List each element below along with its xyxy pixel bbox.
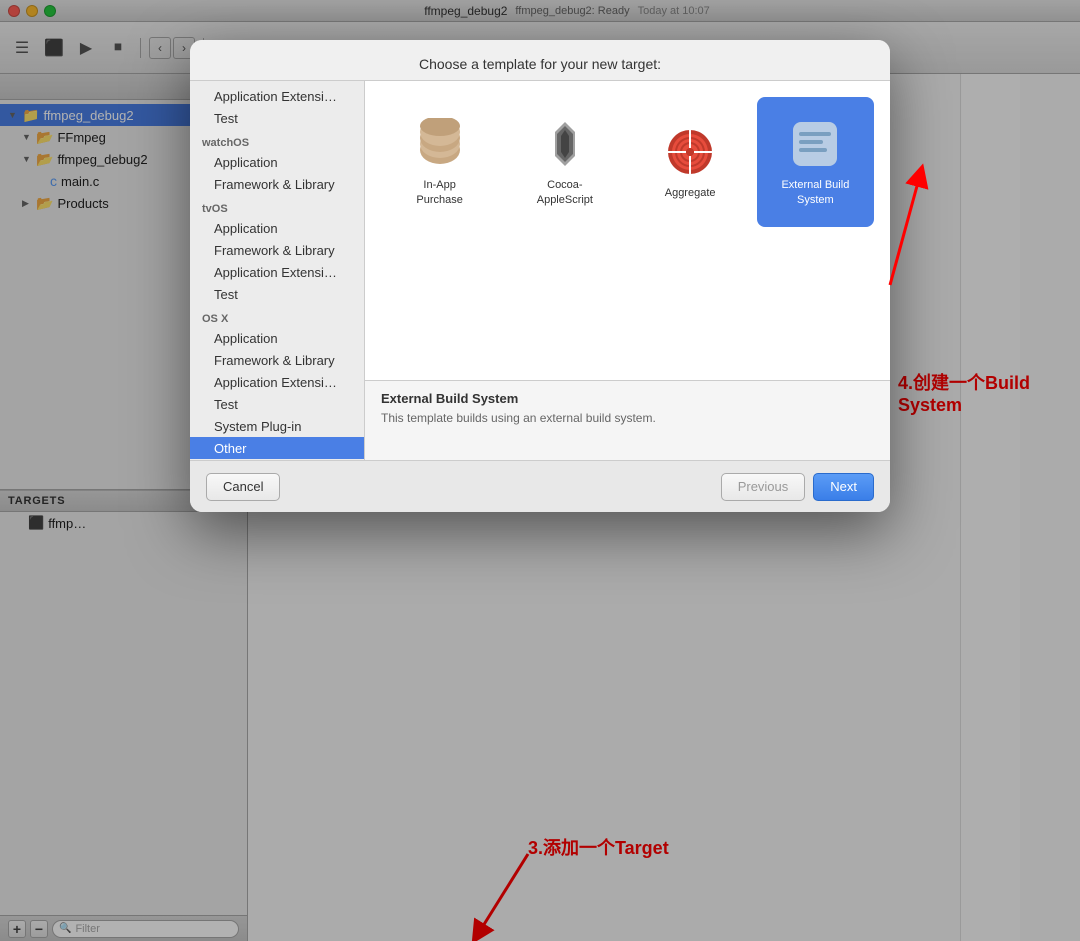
dialog-body: Application Extensi… Test watchOS Applic… <box>190 80 890 460</box>
inapp-icon <box>412 116 468 172</box>
tmpl-item-tvos-fw[interactable]: Framework & Library <box>190 239 364 261</box>
tmpl-item-watchos-fw[interactable]: Framework & Library <box>190 173 364 195</box>
tmpl-item-tvos-app[interactable]: Application <box>190 217 364 239</box>
tmpl-card-inapp[interactable]: In-AppPurchase <box>381 97 498 227</box>
tmpl-item-tvos-ext[interactable]: Application Extensi… <box>190 261 364 283</box>
cocoa-label: Cocoa-AppleScript <box>537 178 593 207</box>
tmpl-item-tvos-test[interactable]: Test <box>190 283 364 305</box>
inapp-label: In-AppPurchase <box>416 178 462 207</box>
template-description: External Build System This template buil… <box>365 380 890 460</box>
aggregate-icon <box>662 124 718 180</box>
aggregate-label: Aggregate <box>665 186 716 200</box>
dialog-overlay: Choose a template for your new target: A… <box>0 0 1080 941</box>
tmpl-card-aggregate[interactable]: Aggregate <box>632 97 749 227</box>
tmpl-section-tvos: tvOS <box>190 195 364 217</box>
cocoa-icon <box>537 116 593 172</box>
tmpl-item-test-1[interactable]: Test <box>190 107 364 129</box>
desc-title: External Build System <box>381 391 874 406</box>
template-content: In-AppPurchase Cocoa-AppleScript <box>365 81 890 460</box>
external-label: External BuildSystem <box>781 178 849 207</box>
previous-button[interactable]: Previous <box>721 473 806 501</box>
nav-buttons: Previous Next <box>721 473 874 501</box>
template-grid: In-AppPurchase Cocoa-AppleScript <box>365 81 890 380</box>
dialog-header: Choose a template for your new target: <box>190 40 890 80</box>
tmpl-section-osx: OS X <box>190 305 364 327</box>
tmpl-item-watchos-app[interactable]: Application <box>190 151 364 173</box>
tmpl-card-cocoa[interactable]: Cocoa-AppleScript <box>506 97 623 227</box>
tmpl-item-osx-ext[interactable]: Application Extensi… <box>190 371 364 393</box>
tmpl-item-osx-plugin[interactable]: System Plug-in <box>190 415 364 437</box>
template-sidebar: Application Extensi… Test watchOS Applic… <box>190 81 365 460</box>
dialog-footer: Cancel Previous Next <box>190 460 890 512</box>
tmpl-item-ext-1[interactable]: Application Extensi… <box>190 85 364 107</box>
tmpl-section-watchos: watchOS <box>190 129 364 151</box>
cancel-button[interactable]: Cancel <box>206 473 280 501</box>
tmpl-item-osx-fw[interactable]: Framework & Library <box>190 349 364 371</box>
external-icon <box>787 116 843 172</box>
next-button[interactable]: Next <box>813 473 874 501</box>
tmpl-card-external[interactable]: External BuildSystem <box>757 97 874 227</box>
new-target-dialog: Choose a template for your new target: A… <box>190 40 890 512</box>
tmpl-item-osx-test[interactable]: Test <box>190 393 364 415</box>
tmpl-item-osx-app[interactable]: Application <box>190 327 364 349</box>
tmpl-item-other[interactable]: Other <box>190 437 364 459</box>
desc-text: This template builds using an external b… <box>381 410 874 427</box>
